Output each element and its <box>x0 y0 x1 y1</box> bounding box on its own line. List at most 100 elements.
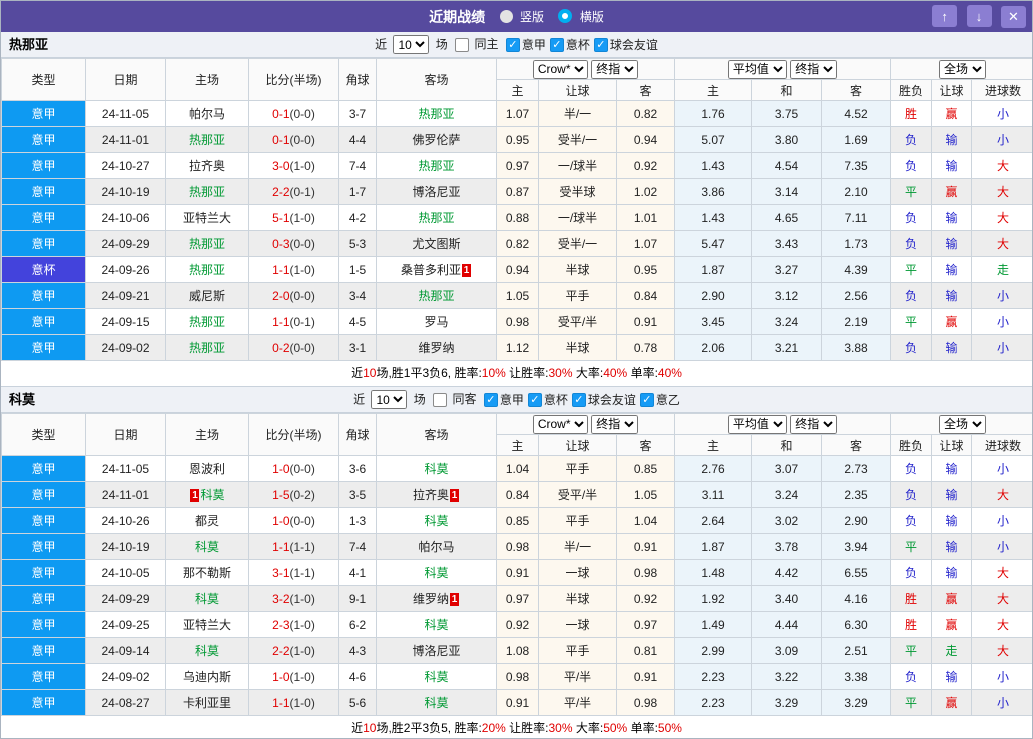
summary-segment: 近 <box>351 366 364 380</box>
team-label: 威尼斯 <box>188 289 225 303</box>
asian-time-select[interactable]: 终指 <box>591 414 639 434</box>
asian-time-select[interactable]: 终指 <box>591 59 639 79</box>
fulltime-score: 2-2 <box>272 184 290 199</box>
halftime-score: (1-0) <box>289 158 315 173</box>
goals-result: 大 <box>971 585 1032 612</box>
checkbox-icon[interactable]: ✓ <box>593 38 608 53</box>
match-score: 1-5(0-2) <box>248 481 339 508</box>
match-type: 意甲 <box>1 507 86 534</box>
same-venue-checkbox[interactable]: 同主 <box>455 32 499 57</box>
matches-tbody: 意甲 24-11-05 帕尔马 0-1(0-0) 3-7 热那亚 1.07 半/一 0.82 1.… <box>1 100 1032 361</box>
euro-home-odds: 3.45 <box>674 308 753 335</box>
home-team: 拉齐奥 <box>165 152 249 179</box>
checkbox-icon[interactable] <box>455 37 470 52</box>
col-header-away: 客场 <box>376 58 497 101</box>
euro-draw-odds: 3.27 <box>751 256 823 283</box>
recent-count-select[interactable]: 10 <box>371 390 408 410</box>
match-score: 2-3(1-0) <box>248 611 339 638</box>
asian-handicap: 受平/半 <box>538 481 617 508</box>
league-checkbox[interactable]: ✓ 球会友谊 <box>571 387 636 412</box>
league-checkbox[interactable]: ✓ 意杯 <box>527 387 568 412</box>
corner-score: 5-3 <box>338 230 377 257</box>
match-score: 1-1(1-0) <box>248 256 339 283</box>
summary-segment: 大率: <box>572 721 604 735</box>
away-team: 尤文图斯 <box>376 230 497 257</box>
radio-horizontal-layout[interactable]: 横版 <box>558 8 604 25</box>
team-label: 科莫 <box>194 540 219 554</box>
goals-result: 大 <box>971 611 1032 638</box>
goals-result: 小 <box>971 308 1032 335</box>
col-header-corner: 角球 <box>338 413 377 456</box>
corner-score: 3-4 <box>338 282 377 309</box>
team-label: 亚特兰大 <box>182 618 231 632</box>
checkbox-icon[interactable]: ✓ <box>527 393 542 408</box>
summary-segment: 10 <box>363 721 377 735</box>
league-checkbox[interactable]: ✓ 意乙 <box>639 387 680 412</box>
match-type: 意甲 <box>1 204 86 231</box>
checkbox-icon[interactable]: ✓ <box>549 38 564 53</box>
euro-home-odds: 2.90 <box>674 282 753 309</box>
asian-away-odds: 1.05 <box>615 481 676 508</box>
team-label: 热那亚 <box>188 341 225 355</box>
close-button[interactable]: ✕ <box>1001 5 1026 28</box>
full-match-select[interactable]: 全场 <box>939 414 987 434</box>
checkbox-icon[interactable]: ✓ <box>505 38 520 53</box>
recent-count-select[interactable]: 10 <box>393 35 430 55</box>
match-date: 24-09-29 <box>85 230 166 257</box>
checkbox-icon[interactable]: ✓ <box>571 393 586 408</box>
checkbox-label: 球会友谊 <box>609 37 658 52</box>
euro-company-select[interactable]: 平均值 <box>727 59 787 79</box>
team-label: 都灵 <box>194 514 219 528</box>
asian-company-select[interactable]: Crow* <box>532 414 588 434</box>
checkbox-icon[interactable] <box>433 392 448 407</box>
goals-result: 小 <box>971 507 1032 534</box>
team-label: 维罗纳 <box>412 592 449 606</box>
league-checkbox[interactable]: ✓ 意甲 <box>505 32 546 57</box>
team-label: 帕尔马 <box>188 107 225 121</box>
euro-time-select[interactable]: 终指 <box>790 414 838 434</box>
subcol-euro-draw: 和 <box>751 434 823 456</box>
summary-text: 近10场,胜1平3负6, 胜率:10% 让胜率:30% 大率:40% 单率:40… <box>351 366 682 380</box>
corner-score: 5-6 <box>338 689 377 716</box>
same-venue-checkbox[interactable]: 同客 <box>433 387 477 412</box>
league-checkbox[interactable]: ✓ 意甲 <box>483 387 524 412</box>
radio-icon[interactable] <box>558 8 573 23</box>
summary-text: 近10场,胜2平3负5, 胜率:20% 让胜率:30% 大率:50% 单率:50… <box>351 721 682 735</box>
asian-away-odds: 0.97 <box>615 611 676 638</box>
col-header-date: 日期 <box>85 58 166 101</box>
euro-home-odds: 2.06 <box>674 334 753 361</box>
league-checkbox[interactable]: ✓ 球会友谊 <box>593 32 658 57</box>
team-label: 拉齐奥 <box>412 488 449 502</box>
match-row: 意甲 24-11-05 帕尔马 0-1(0-0) 3-7 热那亚 1.07 半/一 0.82 1.… <box>1 100 1032 127</box>
euro-company-select[interactable]: 平均值 <box>727 414 787 434</box>
move-up-button[interactable]: ↑ <box>932 5 958 27</box>
team-label: 科莫 <box>424 462 449 476</box>
halftime-score: (0-2) <box>289 487 315 502</box>
full-match-select[interactable]: 全场 <box>939 59 987 79</box>
home-team: 那不勒斯 <box>165 559 249 586</box>
match-row: 意甲 24-11-01 热那亚 0-1(0-0) 4-4 佛罗伦萨 0.95 受半/一 0.94… <box>1 126 1032 153</box>
radio-icon[interactable] <box>499 9 513 23</box>
winlose-result: 负 <box>890 126 933 153</box>
radio-vertical-layout[interactable]: 竖版 <box>499 8 549 25</box>
checkbox-icon[interactable]: ✓ <box>483 393 498 408</box>
team-label: 热那亚 <box>188 315 225 329</box>
home-team: 热那亚 <box>165 334 249 361</box>
euro-time-select[interactable]: 终指 <box>790 59 838 79</box>
summary-segment: 近 <box>351 721 364 735</box>
away-team: 热那亚 <box>376 204 497 231</box>
asian-away-odds: 0.98 <box>615 689 676 716</box>
subcol-asian-away: 客 <box>615 79 676 101</box>
col-header-home: 主场 <box>165 413 249 456</box>
league-checkbox[interactable]: ✓ 意杯 <box>549 32 590 57</box>
halftime-score: (0-0) <box>289 132 315 147</box>
checkbox-icon[interactable]: ✓ <box>639 393 654 408</box>
move-down-button[interactable]: ↓ <box>966 5 992 27</box>
match-row: 意甲 24-10-05 那不勒斯 3-1(1-1) 4-1 科莫 0.91 一球 0.98 1.4… <box>1 559 1032 586</box>
euro-away-odds: 3.29 <box>821 689 892 716</box>
summary-segment: 单率: <box>627 366 658 380</box>
asian-company-select[interactable]: Crow* <box>532 59 588 79</box>
asian-handicap: 受半球 <box>538 178 617 205</box>
match-score: 2-0(0-0) <box>248 282 339 309</box>
asian-handicap: 一/球半 <box>538 152 617 179</box>
